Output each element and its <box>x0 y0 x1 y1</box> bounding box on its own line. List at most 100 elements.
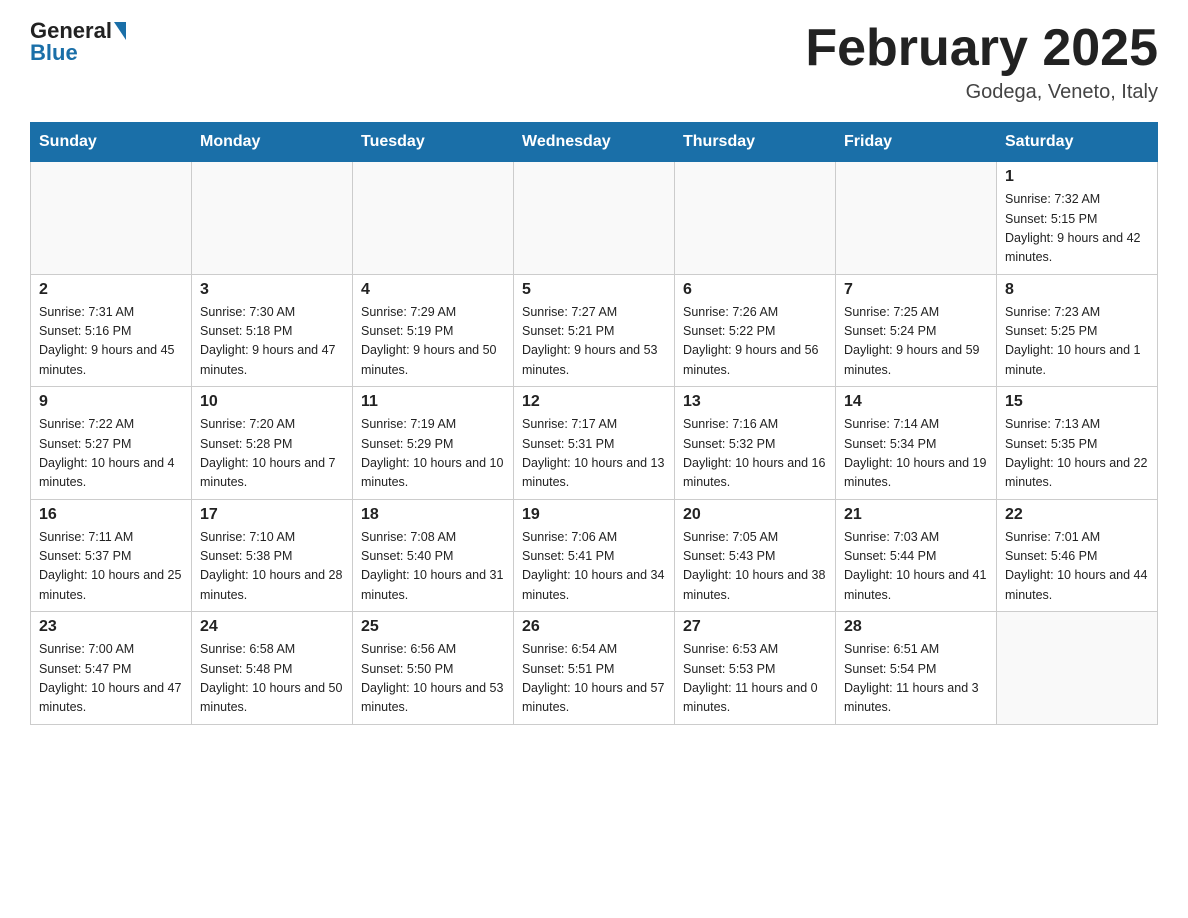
page-header: General Blue February 2025 Godega, Venet… <box>30 20 1158 104</box>
day-number: 9 <box>39 393 183 411</box>
day-info: Sunrise: 6:56 AM Sunset: 5:50 PM Dayligh… <box>361 640 505 718</box>
header-saturday: Saturday <box>997 123 1158 162</box>
day-info: Sunrise: 7:32 AM Sunset: 5:15 PM Dayligh… <box>1005 190 1149 268</box>
day-info: Sunrise: 7:23 AM Sunset: 5:25 PM Dayligh… <box>1005 303 1149 381</box>
day-info: Sunrise: 7:10 AM Sunset: 5:38 PM Dayligh… <box>200 528 344 606</box>
table-row: 5 Sunrise: 7:27 AM Sunset: 5:21 PM Daylig… <box>514 274 675 387</box>
day-number: 24 <box>200 618 344 636</box>
day-info: Sunrise: 7:20 AM Sunset: 5:28 PM Dayligh… <box>200 415 344 493</box>
table-row: 9Sunrise: 7:22 AM Sunset: 5:27 PM Daylig… <box>31 387 192 500</box>
calendar-week-row: 16 Sunrise: 7:11 AM Sunset: 5:37 PM Dayli… <box>31 499 1158 612</box>
day-info: Sunrise: 7:17 AM Sunset: 5:31 PM Dayligh… <box>522 415 666 493</box>
day-number: 21 <box>844 506 988 524</box>
table-row: 28 Sunrise: 6:51 AM Sunset: 5:54 PM Dayli… <box>836 612 997 725</box>
day-info: Sunrise: 7:31 AM Sunset: 5:16 PM Dayligh… <box>39 303 183 381</box>
calendar-week-row: 2 Sunrise: 7:31 AM Sunset: 5:16 PM Daylig… <box>31 274 1158 387</box>
day-info: Sunrise: 7:14 AM Sunset: 5:34 PM Dayligh… <box>844 415 988 493</box>
table-row <box>675 162 836 275</box>
table-row: 4 Sunrise: 7:29 AM Sunset: 5:19 PM Daylig… <box>353 274 514 387</box>
header-sunday: Sunday <box>31 123 192 162</box>
calendar-title: February 2025 <box>805 20 1158 77</box>
table-row: 10 Sunrise: 7:20 AM Sunset: 5:28 PM Dayli… <box>192 387 353 500</box>
logo-blue-text: Blue <box>30 40 78 66</box>
day-number: 14 <box>844 393 988 411</box>
header-wednesday: Wednesday <box>514 123 675 162</box>
day-info: Sunrise: 7:00 AM Sunset: 5:47 PM Dayligh… <box>39 640 183 718</box>
table-row: 15 Sunrise: 7:13 AM Sunset: 5:35 PM Dayli… <box>997 387 1158 500</box>
day-number: 6 <box>683 281 827 299</box>
header-thursday: Thursday <box>675 123 836 162</box>
day-info: Sunrise: 7:13 AM Sunset: 5:35 PM Dayligh… <box>1005 415 1149 493</box>
calendar-week-row: 23 Sunrise: 7:00 AM Sunset: 5:47 PM Dayli… <box>31 612 1158 725</box>
table-row: 18 Sunrise: 7:08 AM Sunset: 5:40 PM Dayli… <box>353 499 514 612</box>
table-row: 8 Sunrise: 7:23 AM Sunset: 5:25 PM Daylig… <box>997 274 1158 387</box>
table-row: 1 Sunrise: 7:32 AM Sunset: 5:15 PM Daylig… <box>997 162 1158 275</box>
table-row <box>997 612 1158 725</box>
day-info: Sunrise: 7:03 AM Sunset: 5:44 PM Dayligh… <box>844 528 988 606</box>
day-info: Sunrise: 7:11 AM Sunset: 5:37 PM Dayligh… <box>39 528 183 606</box>
day-number: 1 <box>1005 168 1149 186</box>
day-info: Sunrise: 7:05 AM Sunset: 5:43 PM Dayligh… <box>683 528 827 606</box>
day-number: 12 <box>522 393 666 411</box>
table-row: 7 Sunrise: 7:25 AM Sunset: 5:24 PM Daylig… <box>836 274 997 387</box>
table-row: 27Sunrise: 6:53 AM Sunset: 5:53 PM Dayli… <box>675 612 836 725</box>
day-info: Sunrise: 6:54 AM Sunset: 5:51 PM Dayligh… <box>522 640 666 718</box>
day-info: Sunrise: 7:01 AM Sunset: 5:46 PM Dayligh… <box>1005 528 1149 606</box>
table-row: 22Sunrise: 7:01 AM Sunset: 5:46 PM Dayli… <box>997 499 1158 612</box>
day-number: 28 <box>844 618 988 636</box>
calendar-week-row: 9Sunrise: 7:22 AM Sunset: 5:27 PM Daylig… <box>31 387 1158 500</box>
table-row: 20 Sunrise: 7:05 AM Sunset: 5:43 PM Dayli… <box>675 499 836 612</box>
title-block: February 2025 Godega, Veneto, Italy <box>805 20 1158 104</box>
day-number: 23 <box>39 618 183 636</box>
table-row: 11Sunrise: 7:19 AM Sunset: 5:29 PM Dayli… <box>353 387 514 500</box>
day-number: 10 <box>200 393 344 411</box>
day-number: 13 <box>683 393 827 411</box>
header-friday: Friday <box>836 123 997 162</box>
table-row: 2 Sunrise: 7:31 AM Sunset: 5:16 PM Daylig… <box>31 274 192 387</box>
day-number: 19 <box>522 506 666 524</box>
day-number: 7 <box>844 281 988 299</box>
day-info: Sunrise: 7:27 AM Sunset: 5:21 PM Dayligh… <box>522 303 666 381</box>
logo-general-text: General <box>30 20 112 42</box>
logo: General Blue <box>30 20 126 66</box>
day-info: Sunrise: 7:08 AM Sunset: 5:40 PM Dayligh… <box>361 528 505 606</box>
day-number: 11 <box>361 393 505 411</box>
day-info: Sunrise: 7:30 AM Sunset: 5:18 PM Dayligh… <box>200 303 344 381</box>
day-number: 25 <box>361 618 505 636</box>
table-row: 25 Sunrise: 6:56 AM Sunset: 5:50 PM Dayli… <box>353 612 514 725</box>
table-row: 14 Sunrise: 7:14 AM Sunset: 5:34 PM Dayli… <box>836 387 997 500</box>
day-number: 20 <box>683 506 827 524</box>
table-row <box>514 162 675 275</box>
day-number: 5 <box>522 281 666 299</box>
table-row: 17Sunrise: 7:10 AM Sunset: 5:38 PM Dayli… <box>192 499 353 612</box>
day-info: Sunrise: 7:26 AM Sunset: 5:22 PM Dayligh… <box>683 303 827 381</box>
calendar-table: Sunday Monday Tuesday Wednesday Thursday… <box>30 122 1158 725</box>
table-row: 3Sunrise: 7:30 AM Sunset: 5:18 PM Daylig… <box>192 274 353 387</box>
table-row: 12 Sunrise: 7:17 AM Sunset: 5:31 PM Dayli… <box>514 387 675 500</box>
table-row: 24 Sunrise: 6:58 AM Sunset: 5:48 PM Dayli… <box>192 612 353 725</box>
day-info: Sunrise: 7:25 AM Sunset: 5:24 PM Dayligh… <box>844 303 988 381</box>
day-info: Sunrise: 7:29 AM Sunset: 5:19 PM Dayligh… <box>361 303 505 381</box>
day-info: Sunrise: 6:58 AM Sunset: 5:48 PM Dayligh… <box>200 640 344 718</box>
table-row: 21 Sunrise: 7:03 AM Sunset: 5:44 PM Dayli… <box>836 499 997 612</box>
day-info: Sunrise: 6:51 AM Sunset: 5:54 PM Dayligh… <box>844 640 988 718</box>
table-row: 19Sunrise: 7:06 AM Sunset: 5:41 PM Dayli… <box>514 499 675 612</box>
day-number: 27 <box>683 618 827 636</box>
table-row: 23 Sunrise: 7:00 AM Sunset: 5:47 PM Dayli… <box>31 612 192 725</box>
day-number: 4 <box>361 281 505 299</box>
day-number: 8 <box>1005 281 1149 299</box>
day-number: 16 <box>39 506 183 524</box>
table-row: 16 Sunrise: 7:11 AM Sunset: 5:37 PM Dayli… <box>31 499 192 612</box>
calendar-week-row: 1 Sunrise: 7:32 AM Sunset: 5:15 PM Daylig… <box>31 162 1158 275</box>
day-number: 15 <box>1005 393 1149 411</box>
logo-top: General <box>30 20 126 42</box>
day-number: 18 <box>361 506 505 524</box>
table-row: 26Sunrise: 6:54 AM Sunset: 5:51 PM Dayli… <box>514 612 675 725</box>
header-tuesday: Tuesday <box>353 123 514 162</box>
day-number: 2 <box>39 281 183 299</box>
table-row <box>353 162 514 275</box>
table-row <box>31 162 192 275</box>
location-text: Godega, Veneto, Italy <box>805 81 1158 104</box>
logo-arrow-icon <box>114 22 126 40</box>
header-monday: Monday <box>192 123 353 162</box>
